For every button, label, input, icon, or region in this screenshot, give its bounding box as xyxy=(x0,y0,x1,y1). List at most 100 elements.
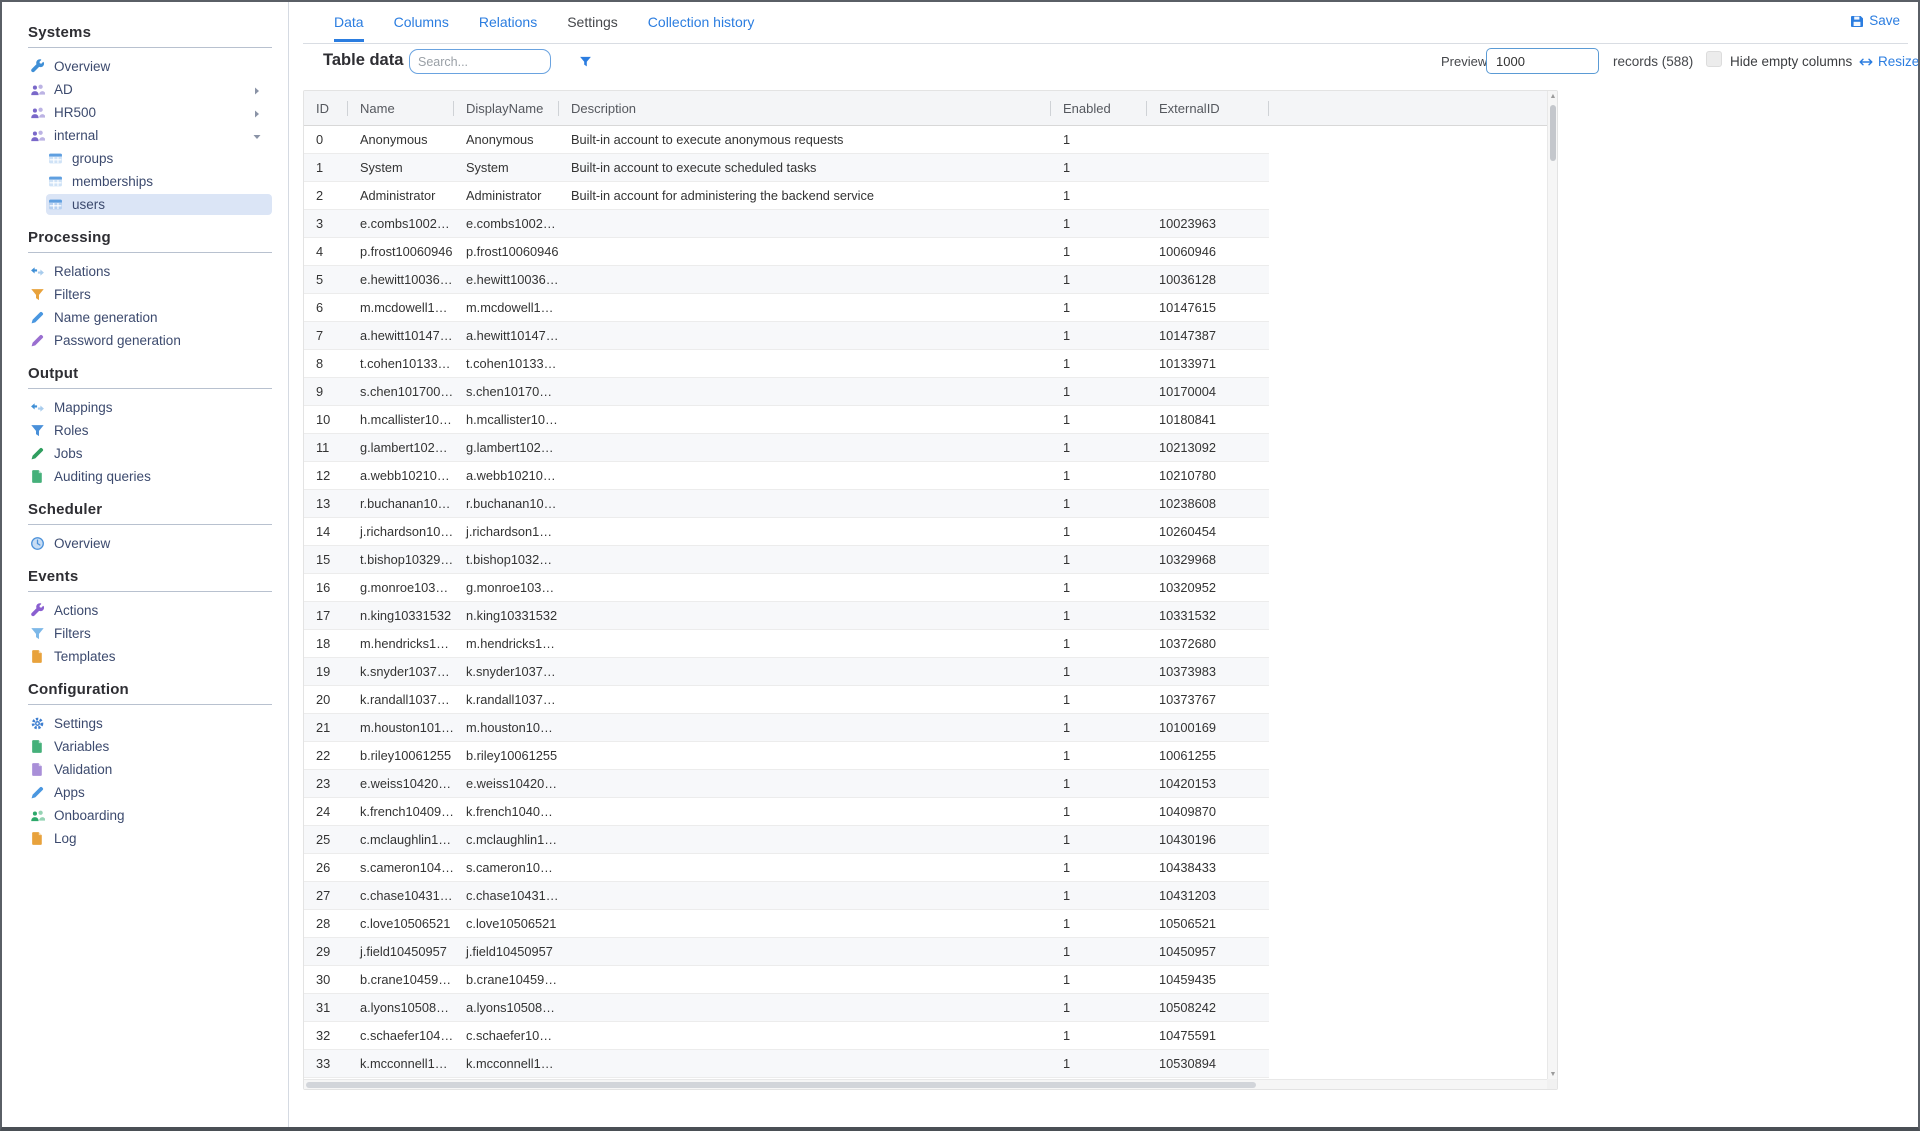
sidebar-item-jobs[interactable]: Jobs xyxy=(28,443,272,464)
sidebar-item-variables[interactable]: Variables xyxy=(28,736,272,757)
tab-data[interactable]: Data xyxy=(334,14,364,42)
resize-button[interactable]: Resize xyxy=(1859,54,1919,69)
tab-columns[interactable]: Columns xyxy=(394,14,449,42)
chevron-down-icon[interactable] xyxy=(252,130,262,140)
cell-externalid: 10147615 xyxy=(1147,294,1269,321)
table-icon xyxy=(48,197,63,212)
sidebar-item-ad[interactable]: AD xyxy=(28,79,272,100)
sidebar-item-settings[interactable]: Settings xyxy=(28,713,272,734)
tab-settings[interactable]: Settings xyxy=(567,14,618,42)
document-icon xyxy=(30,831,45,846)
cell-externalid: 10238608 xyxy=(1147,490,1269,517)
filter-funnel-icon[interactable] xyxy=(579,55,592,68)
sidebar-item-groups[interactable]: groups xyxy=(46,148,272,169)
tabbar-divider xyxy=(303,43,1908,44)
table-body: 0AnonymousAnonymousBuilt-in account to e… xyxy=(304,126,1269,1078)
cell-externalid: 10180841 xyxy=(1147,406,1269,433)
funnel-icon xyxy=(30,287,45,302)
save-button[interactable]: Save xyxy=(1850,13,1900,28)
sidebar-section-heading: Output xyxy=(28,355,288,388)
cell-name: System xyxy=(348,154,454,181)
funnel-icon xyxy=(30,626,45,641)
funnel-icon xyxy=(30,423,45,438)
cell-name: s.cameron10438433 xyxy=(348,854,454,881)
cell-name: t.bishop10329968 xyxy=(348,546,454,573)
sidebar-item-password-generation[interactable]: Password generation xyxy=(28,330,272,351)
sidebar-item-name-generation[interactable]: Name generation xyxy=(28,307,272,328)
cell-externalid: 10331532 xyxy=(1147,602,1269,629)
tab-relations[interactable]: Relations xyxy=(479,14,537,42)
search-input[interactable] xyxy=(418,55,579,69)
column-header-enabled: Enabled xyxy=(1051,91,1147,125)
sidebar-item-overview[interactable]: Overview xyxy=(28,533,272,554)
cell-enabled: 1 xyxy=(1051,350,1147,377)
cell-enabled: 1 xyxy=(1051,798,1147,825)
table-row: 14j.richardson10260454j.richardson102604… xyxy=(304,518,1269,546)
sidebar-item-auditing-queries[interactable]: Auditing queries xyxy=(28,466,272,487)
cell-enabled: 1 xyxy=(1051,182,1147,209)
sidebar-item-hr500[interactable]: HR500 xyxy=(28,102,272,123)
sidebar-item-log[interactable]: Log xyxy=(28,828,272,849)
cell-id: 31 xyxy=(304,994,348,1021)
sidebar-item-label: Jobs xyxy=(54,446,83,461)
scroll-up-arrow-icon[interactable]: ▲ xyxy=(1548,91,1558,103)
cell-enabled: 1 xyxy=(1051,154,1147,181)
vertical-scrollbar[interactable]: ▲ ▼ xyxy=(1547,91,1557,1081)
table-row: 13r.buchanan10238608r.buchanan1023860811… xyxy=(304,490,1269,518)
sidebar-item-relations[interactable]: Relations xyxy=(28,261,272,282)
chevron-right-icon[interactable] xyxy=(252,84,262,94)
sidebar-section-heading: Events xyxy=(28,558,288,591)
cell-displayname: j.richardson10260454 xyxy=(454,518,559,545)
cell-enabled: 1 xyxy=(1051,686,1147,713)
table-row: 2AdministratorAdministratorBuilt-in acco… xyxy=(304,182,1269,210)
horizontal-scrollbar[interactable] xyxy=(304,1079,1547,1089)
sidebar-item-overview[interactable]: Overview xyxy=(28,56,272,77)
cell-displayname: t.bishop10329968 xyxy=(454,546,559,573)
chevron-right-icon[interactable] xyxy=(252,107,262,117)
cell-displayname: a.webb10210780 xyxy=(454,462,559,489)
cell-enabled: 1 xyxy=(1051,994,1147,1021)
sidebar-item-filters[interactable]: Filters xyxy=(28,284,272,305)
cell-externalid: 10320952 xyxy=(1147,574,1269,601)
sidebar-item-apps[interactable]: Apps xyxy=(28,782,272,803)
vertical-scrollbar-thumb[interactable] xyxy=(1550,105,1556,161)
sidebar-section-heading: Processing xyxy=(28,219,288,252)
sidebar-item-onboarding[interactable]: Onboarding xyxy=(28,805,272,826)
sidebar-item-label: Actions xyxy=(54,603,98,618)
tab-collection-history[interactable]: Collection history xyxy=(648,14,755,42)
sidebar-item-roles[interactable]: Roles xyxy=(28,420,272,441)
sidebar-item-mappings[interactable]: Mappings xyxy=(28,397,272,418)
sidebar-item-internal[interactable]: internal xyxy=(28,125,272,146)
save-label: Save xyxy=(1869,13,1900,28)
column-header-id: ID xyxy=(304,91,348,125)
cell-id: 9 xyxy=(304,378,348,405)
cell-name: t.cohen10133971 xyxy=(348,350,454,377)
sidebar: SystemsOverviewADHR500internalgroupsmemb… xyxy=(2,2,289,1127)
cell-externalid: 10100169 xyxy=(1147,714,1269,741)
preview-count-input[interactable] xyxy=(1486,48,1599,74)
sidebar-item-memberships[interactable]: memberships xyxy=(46,171,272,192)
users-icon xyxy=(30,105,45,120)
sidebar-item-actions[interactable]: Actions xyxy=(28,600,272,621)
hide-empty-columns-label[interactable]: Hide empty columns xyxy=(1730,54,1852,69)
cell-enabled: 1 xyxy=(1051,266,1147,293)
horizontal-scrollbar-thumb[interactable] xyxy=(306,1082,1256,1088)
cell-enabled: 1 xyxy=(1051,238,1147,265)
table-icon xyxy=(48,151,63,166)
cell-displayname: r.buchanan10238608 xyxy=(454,490,559,517)
sidebar-item-users[interactable]: users xyxy=(46,194,272,215)
sidebar-item-validation[interactable]: Validation xyxy=(28,759,272,780)
cell-displayname: p.frost10060946 xyxy=(454,238,559,265)
main-content: Data Columns Relations Settings Collection h… xyxy=(290,2,1918,1127)
cell-name: e.hewitt10036128 xyxy=(348,266,454,293)
hide-empty-columns-checkbox[interactable] xyxy=(1706,51,1722,67)
table-row: 27c.chase10431203c.chase1043120311043120… xyxy=(304,882,1269,910)
cell-displayname: a.lyons10508242 xyxy=(454,994,559,1021)
cell-id: 0 xyxy=(304,126,348,153)
sidebar-item-label: Overview xyxy=(54,536,110,551)
cell-description xyxy=(559,938,1051,965)
cell-displayname: s.cameron10438433 xyxy=(454,854,559,881)
cell-description xyxy=(559,602,1051,629)
sidebar-item-filters[interactable]: Filters xyxy=(28,623,272,644)
sidebar-item-templates[interactable]: Templates xyxy=(28,646,272,667)
